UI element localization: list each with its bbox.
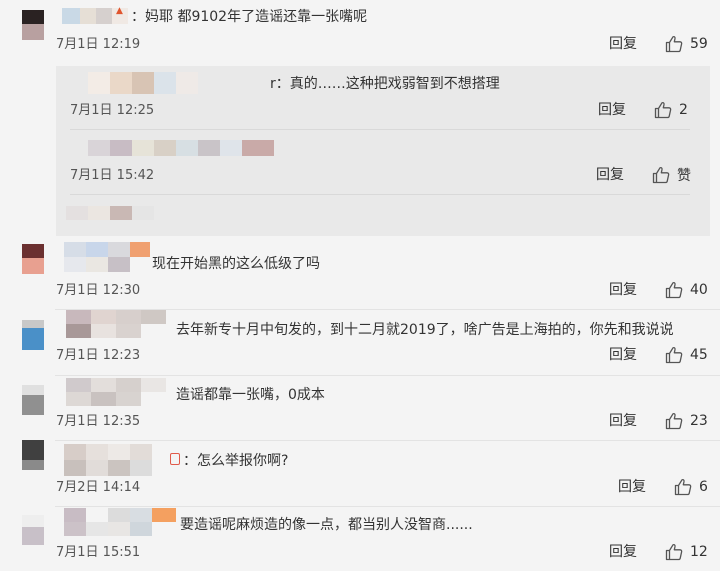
avatar[interactable] xyxy=(22,244,44,274)
like-count: 45 xyxy=(690,347,708,363)
comment-time: 7月1日 12:23 xyxy=(56,348,141,363)
comment-time: 7月2日 14:14 xyxy=(56,480,141,495)
thumbs-up-icon xyxy=(664,411,684,431)
reply-button[interactable]: 回复 xyxy=(609,281,637,299)
comment-text: ：妈耶 都9102年了造谣还靠一张嘴呢 xyxy=(131,9,368,25)
avatar[interactable] xyxy=(22,385,44,415)
divider xyxy=(55,506,720,507)
username-mosaic[interactable] xyxy=(66,310,166,338)
like-count: 12 xyxy=(690,544,708,560)
comment-text: 要造谣呢麻烦造的像一点，都当别人没智商...... xyxy=(180,517,473,533)
username-mosaic[interactable] xyxy=(64,242,150,272)
like-count: 赞 xyxy=(677,168,691,184)
reply-button[interactable]: 回复 xyxy=(596,166,624,184)
like-button[interactable]: 2 xyxy=(653,100,688,120)
comment-time: 7月1日 12:35 xyxy=(56,414,141,429)
reply-button[interactable]: 回复 xyxy=(609,35,637,53)
reply-button[interactable]: 回复 xyxy=(609,346,637,364)
like-button[interactable]: 23 xyxy=(664,411,708,431)
like-button[interactable]: 40 xyxy=(664,280,708,300)
badge-icon xyxy=(170,453,180,465)
like-count: 6 xyxy=(699,479,708,495)
reply-button[interactable]: 回复 xyxy=(609,543,637,561)
like-count: 59 xyxy=(690,36,708,52)
reply-button[interactable]: 回复 xyxy=(618,478,646,496)
reply-button[interactable]: 回复 xyxy=(598,101,626,119)
divider xyxy=(70,194,690,195)
avatar[interactable] xyxy=(22,515,44,545)
thumbs-up-icon xyxy=(664,345,684,365)
username-mosaic[interactable] xyxy=(66,378,166,406)
verified-badge-icon: ▲ xyxy=(116,6,123,16)
comment-time: 7月1日 12:19 xyxy=(56,37,141,52)
reply-button[interactable]: 回复 xyxy=(609,412,637,430)
avatar[interactable] xyxy=(22,10,44,40)
avatar[interactable] xyxy=(22,320,44,350)
like-button[interactable]: 12 xyxy=(664,542,708,562)
username-mosaic[interactable] xyxy=(88,140,274,156)
username-mosaic[interactable] xyxy=(64,444,176,476)
comment-time: 7月1日 15:51 xyxy=(56,545,141,560)
thumbs-up-icon xyxy=(664,34,684,54)
like-count: 2 xyxy=(679,102,688,118)
like-button[interactable]: 6 xyxy=(673,477,708,497)
thumbs-up-icon xyxy=(673,477,693,497)
more-replies-mosaic[interactable] xyxy=(66,206,154,220)
comment-text: 去年新专十月中旬发的，到十二月就2019了，啥广告是上海拍的，你先和我说说 xyxy=(176,322,674,338)
like-button[interactable]: 59 xyxy=(664,34,708,54)
thumbs-up-icon xyxy=(664,542,684,562)
like-button[interactable]: 赞 xyxy=(651,165,691,185)
like-count: 23 xyxy=(690,413,708,429)
divider xyxy=(55,375,720,376)
username-mosaic[interactable] xyxy=(64,508,176,536)
reply-time: 7月1日 12:25 xyxy=(70,103,155,118)
like-button[interactable]: 45 xyxy=(664,345,708,365)
avatar[interactable] xyxy=(22,440,44,470)
divider xyxy=(70,129,690,130)
comment-time: 7月1日 12:30 xyxy=(56,283,141,298)
comment-text: 现在开始黑的这么低级了吗 xyxy=(152,256,320,272)
divider xyxy=(55,440,720,441)
reply-text: r：真的……这种把戏弱智到不想搭理 xyxy=(270,76,500,92)
username-mosaic[interactable] xyxy=(88,72,238,94)
thumbs-up-icon xyxy=(664,280,684,300)
reply-time: 7月1日 15:42 xyxy=(70,168,155,183)
comment-text: ：怎么举报你啊? xyxy=(183,453,289,469)
comment-text: 造谣都靠一张嘴，0成本 xyxy=(176,387,325,403)
thumbs-up-icon xyxy=(651,165,671,185)
thumbs-up-icon xyxy=(653,100,673,120)
like-count: 40 xyxy=(690,282,708,298)
